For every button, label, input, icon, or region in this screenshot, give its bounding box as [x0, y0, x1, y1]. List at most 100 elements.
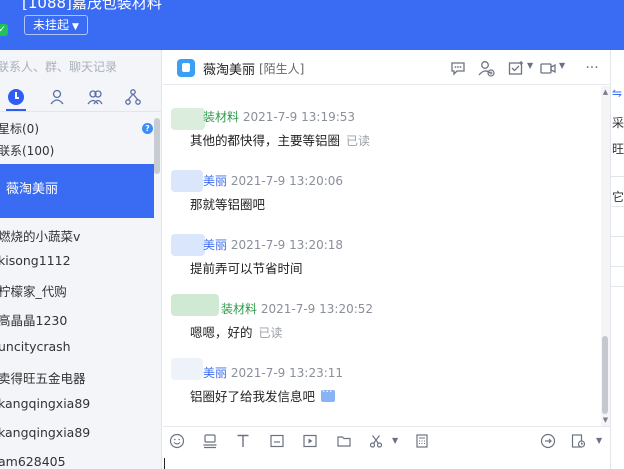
- divider: [611, 286, 624, 287]
- redacted-avatar: [171, 358, 203, 380]
- contact-item[interactable]: kangqingxia89: [0, 396, 90, 411]
- message-time: 2021-7-9 13:20:52: [260, 302, 374, 316]
- contact-item[interactable]: 燃烧的小蔬菜v: [0, 226, 80, 245]
- person-icon[interactable]: [48, 88, 66, 106]
- search-placeholder: 联系人、群、聊天记录: [0, 60, 118, 74]
- message-time: 2021-7-9 13:20:18: [230, 238, 344, 252]
- font-icon[interactable]: [235, 433, 251, 449]
- message-meta: 美丽 2021-7-9 13:23:11: [203, 364, 343, 381]
- side-panel-text: 它: [612, 190, 624, 204]
- input-toolbar: ▼ ▼: [163, 426, 610, 456]
- message-body: 嗯嗯，好的: [190, 325, 253, 340]
- contact-item[interactable]: kangqingxia89: [0, 425, 90, 440]
- add-contact-icon[interactable]: [477, 59, 495, 77]
- video-icon[interactable]: [539, 59, 557, 77]
- scissors-icon[interactable]: [368, 433, 384, 449]
- message-input[interactable]: [163, 456, 610, 469]
- video-clip-icon[interactable]: [302, 433, 318, 449]
- org-tree-icon[interactable]: [124, 88, 142, 106]
- message-time: 2021-7-9 13:23:11: [230, 366, 344, 380]
- redacted-avatar: [171, 234, 205, 256]
- message-body: 提前弄可以节省时间: [190, 261, 303, 276]
- read-status: 已读: [346, 134, 371, 148]
- panel-toggle-icon[interactable]: ⇋: [612, 86, 622, 100]
- scroll-up-icon[interactable]: ▲: [601, 88, 610, 96]
- group-icon[interactable]: [86, 88, 104, 106]
- clock-icon[interactable]: [8, 89, 24, 105]
- message-text: 其他的都快得，主要等铝圈 已读: [190, 130, 370, 149]
- chat-bubble-icon[interactable]: [449, 59, 467, 77]
- quick-reply-icon[interactable]: [540, 433, 556, 449]
- divider: [611, 236, 624, 237]
- more-icon[interactable]: ···: [583, 59, 601, 77]
- redacted-avatar: [171, 294, 219, 316]
- read-status: 已读: [258, 326, 283, 340]
- right-info-panel: [610, 50, 624, 469]
- history-icon[interactable]: [570, 433, 586, 449]
- sender-name[interactable]: 美丽: [203, 174, 227, 188]
- chevron-down-icon[interactable]: ▼: [596, 436, 602, 445]
- chevron-down-icon: ▼: [72, 22, 79, 32]
- chat-contact-name[interactable]: 薇淘美丽: [203, 59, 255, 78]
- message-meta: 装材料 2021-7-9 13:19:53: [203, 108, 355, 125]
- message-list: 装材料 2021-7-9 13:19:53 其他的都快得，主要等铝圈 已读 美丽 …: [163, 86, 601, 426]
- active-tab-indicator: [6, 109, 26, 111]
- message-meta: 美丽 2021-7-9 13:20:06: [203, 172, 343, 189]
- message-time: 2021-7-9 13:20:06: [230, 174, 344, 188]
- stamp-icon[interactable]: [202, 433, 218, 449]
- text-cursor: [164, 458, 165, 469]
- sender-name[interactable]: 装材料: [221, 302, 257, 316]
- contact-item-active[interactable]: 薇淘美丽: [0, 164, 154, 218]
- side-panel-text: 采: [612, 116, 624, 130]
- side-panel-text: 旺: [612, 142, 624, 156]
- contact-item[interactable]: 柠檬家_代购: [0, 281, 67, 300]
- folder-icon[interactable]: [336, 433, 352, 449]
- message-body: 其他的都快得，主要等铝圈: [190, 133, 341, 148]
- help-icon[interactable]: ?: [142, 123, 153, 134]
- sender-name[interactable]: 美丽: [203, 366, 227, 380]
- scroll-down-icon[interactable]: ▼: [601, 416, 610, 424]
- window-title: [1088]嘉茂包装材料: [22, 0, 162, 12]
- online-status-icon: ✓: [0, 24, 8, 36]
- divider: [611, 266, 624, 267]
- app-header: [1088]嘉茂包装材料 ✓ 未挂起 ▼: [0, 0, 624, 50]
- contact-item[interactable]: kisong1112: [0, 253, 71, 268]
- task-icon[interactable]: [507, 59, 525, 77]
- redacted-avatar: [171, 108, 205, 130]
- message-text: 嗯嗯，好的 已读: [190, 322, 283, 341]
- search-input[interactable]: 联系人、群、聊天记录: [0, 50, 161, 81]
- message-scroll-thumb[interactable]: [602, 336, 608, 414]
- sender-name[interactable]: 装材料: [203, 110, 239, 124]
- message-text: 铝圈好了给我发信息吧: [190, 385, 336, 405]
- contact-item[interactable]: am628405: [0, 454, 66, 469]
- divider: [611, 176, 624, 177]
- chevron-down-icon[interactable]: ▼: [527, 61, 533, 70]
- contact-item[interactable]: uncitycrash: [0, 339, 71, 354]
- sender-name[interactable]: 美丽: [203, 238, 227, 252]
- status-label: 未挂起: [33, 18, 70, 32]
- contact-sidebar: 联系人、群、聊天记录 星标(0) ? 联系(100) 薇淘美丽 燃烧的小蔬菜v …: [0, 50, 162, 469]
- group-contacts[interactable]: 联系(100): [0, 142, 54, 159]
- contact-item[interactable]: 高晶晶1230: [0, 310, 67, 329]
- message-meta: 装材料 2021-7-9 13:20:52: [221, 300, 373, 317]
- message-text: 那就等铝圈吧: [190, 194, 265, 213]
- message-meta: 美丽 2021-7-9 13:20:18: [203, 236, 343, 253]
- message-time: 2021-7-9 13:19:53: [242, 110, 356, 124]
- stranger-tag: [陌生人]: [259, 62, 305, 76]
- sidebar-tabs: [0, 82, 161, 112]
- group-starred[interactable]: 星标(0): [0, 120, 39, 137]
- status-dropdown[interactable]: 未挂起 ▼: [24, 15, 88, 35]
- message-text: 提前弄可以节省时间: [190, 258, 303, 277]
- divider: [611, 206, 624, 207]
- screenshot-icon[interactable]: [269, 433, 285, 449]
- message-body: 那就等铝圈吧: [190, 197, 266, 212]
- sidebar-scrollbar[interactable]: [154, 118, 160, 174]
- emoji-icon[interactable]: [169, 433, 185, 449]
- redacted-avatar: [171, 170, 203, 192]
- contact-avatar-icon[interactable]: [177, 59, 195, 77]
- more-options-icon[interactable]: [321, 385, 336, 402]
- chevron-down-icon[interactable]: ▼: [559, 61, 565, 70]
- contact-item[interactable]: 卖得旺五金电器: [0, 368, 86, 387]
- calculator-icon[interactable]: [414, 433, 430, 449]
- chevron-down-icon[interactable]: ▼: [392, 436, 398, 445]
